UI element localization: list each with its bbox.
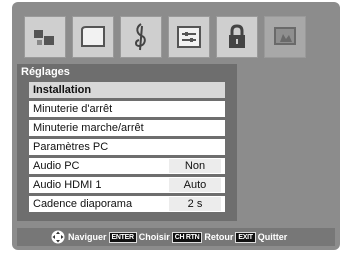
menu-item-label: Audio PC [33,160,80,172]
footer-choose-label: Choisir [138,232,170,242]
tab-installation[interactable] [264,16,306,58]
footer-navigate-label: Naviguer [68,232,107,242]
menu-item-pc-settings[interactable]: Paramètres PC [29,139,225,155]
slideshow-interval-value[interactable]: 2 s [169,197,221,211]
tab-settings[interactable] [168,16,210,58]
ch-rtn-key: CH RTN [171,231,203,243]
panel-title: Réglages [21,66,70,78]
enter-key: ENTER [108,231,137,243]
menu-item-installation[interactable]: Installation [29,82,225,98]
menu-item-slideshow-interval[interactable]: Cadence diaporama 2 s [29,196,225,212]
menu-item-label: Minuterie d'arrêt [33,103,113,115]
screen-size-icon [81,26,105,47]
menu-item-label: Cadence diaporama [33,198,133,210]
menu-item-pc-audio[interactable]: Audio PC Non [29,158,225,174]
hdmi-audio-value[interactable]: Auto [169,178,221,192]
menu-icon-bar [24,16,324,58]
menu-item-label: Paramètres PC [33,141,109,153]
menu-item-label: Minuterie marche/arrêt [33,122,144,134]
footer-help-bar: Naviguer ENTER Choisir CH RTN Retour EXI… [17,228,335,246]
settings-icon [177,26,201,48]
menu-item-hdmi-audio[interactable]: Audio HDMI 1 Auto [29,177,225,193]
picture-icon [34,30,54,45]
tab-screen[interactable] [72,16,114,58]
audio-icon [135,23,146,51]
osd-menu-frame: Réglages Installation Minuterie d'arrêt … [12,2,340,250]
menu-item-label: Audio HDMI 1 [33,179,102,191]
navigation-pad-icon [51,230,65,244]
tab-audio[interactable] [120,16,162,58]
menu-item-on-off-timer[interactable]: Minuterie marche/arrêt [29,120,225,136]
footer-quit-label: Quitter [257,232,288,242]
settings-panel: Réglages Installation Minuterie d'arrêt … [17,64,237,221]
menu-item-label: Installation [33,84,92,96]
tab-lock[interactable] [216,16,258,58]
exit-key: EXIT [235,231,256,243]
pc-audio-value[interactable]: Non [169,159,221,173]
footer-back-label: Retour [204,232,234,242]
tab-picture[interactable] [24,16,66,58]
installation-icon [274,27,296,45]
menu-item-sleep-timer[interactable]: Minuterie d'arrêt [29,101,225,117]
lock-icon [229,24,245,48]
settings-menu: Installation Minuterie d'arrêt Minuterie… [29,82,225,215]
